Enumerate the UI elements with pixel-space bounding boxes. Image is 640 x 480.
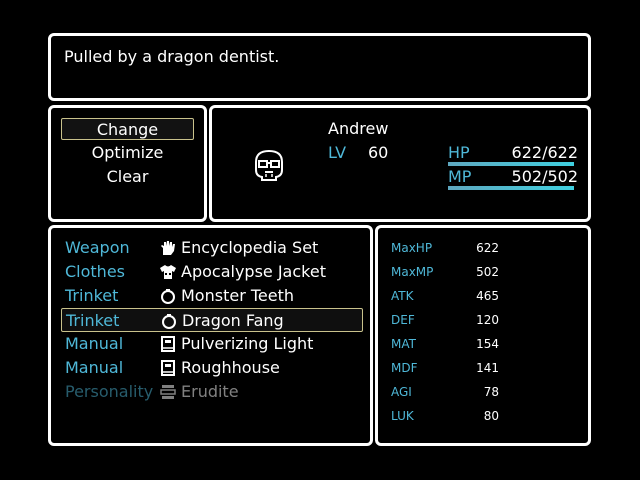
stat-label: MDF (391, 361, 418, 375)
stat-value: 502 (476, 265, 499, 279)
stat-label: MaxMP (391, 265, 434, 279)
book-icon (161, 336, 175, 352)
slot-label: Trinket (66, 311, 120, 330)
mask-icon (160, 385, 176, 399)
stat-label: DEF (391, 313, 415, 327)
mp-value: 502/502 (511, 167, 578, 186)
item-name: Monster Teeth (181, 286, 295, 305)
stat-label: MaxHP (391, 241, 433, 255)
stat-label: AGI (391, 385, 412, 399)
slot-label: Manual (65, 358, 124, 377)
help-window: Pulled by a dragon dentist. (48, 33, 591, 101)
skull-with-glasses-icon (255, 149, 283, 181)
stat-value: 80 (483, 409, 499, 423)
stat-row-maxmp: MaxMP 502 (391, 260, 581, 284)
slot-label: Weapon (65, 238, 130, 257)
command-clear[interactable]: Clear (61, 166, 194, 188)
item-name: Dragon Fang (182, 311, 284, 330)
stat-row-agi: AGI 78 (391, 380, 581, 404)
item-name: Roughhouse (181, 358, 280, 377)
item-name: Encyclopedia Set (181, 238, 319, 257)
shirt-icon (160, 265, 176, 279)
stat-row-luk: LUK 80 (391, 404, 581, 428)
slot-label: Clothes (65, 262, 125, 281)
actor-name: Andrew (328, 119, 389, 138)
stat-label: MAT (391, 337, 416, 351)
stat-value: 120 (476, 313, 499, 327)
mp-label: MP (448, 167, 472, 186)
stat-value: 78 (483, 385, 499, 399)
item-name: Erudite (181, 382, 239, 401)
stat-row-def: DEF 120 (391, 308, 581, 332)
stat-value: 465 (476, 289, 499, 303)
necklace-icon (162, 314, 176, 329)
item-name: Pulverizing Light (181, 334, 314, 353)
command-window: Change Optimize Clear (48, 105, 207, 222)
slot-row-trinket-2[interactable]: Trinket Dragon Fang (61, 308, 363, 332)
slot-row-trinket-1[interactable]: Trinket Monster Teeth (61, 284, 363, 308)
equipment-slot-window: Weapon Encyclopedia Set Clothes Apocalyp… (48, 225, 373, 446)
hp-value: 622/622 (511, 143, 578, 162)
book-icon (161, 360, 175, 376)
stat-row-atk: ATK 465 (391, 284, 581, 308)
hp-gauge: HP 622/622 (448, 143, 578, 167)
stat-value: 154 (476, 337, 499, 351)
slot-label: Trinket (65, 286, 119, 305)
hand-icon (161, 241, 175, 255)
mp-gauge: MP 502/502 (448, 167, 578, 191)
actor-status-window: Andrew LV 60 HP 622/622 MP 502/502 (209, 105, 591, 222)
stat-label: ATK (391, 289, 414, 303)
level-label: LV (328, 143, 347, 162)
hp-gauge-fill (448, 162, 574, 166)
slot-row-clothes[interactable]: Clothes Apocalypse Jacket (61, 260, 363, 284)
hp-label: HP (448, 143, 470, 162)
help-text: Pulled by a dragon dentist. (64, 47, 280, 66)
slot-label: Manual (65, 334, 124, 353)
command-change[interactable]: Change (61, 118, 194, 140)
slot-row-manual-2[interactable]: Manual Roughhouse (61, 356, 363, 380)
slot-label: Personality (65, 382, 154, 401)
stat-label: LUK (391, 409, 414, 423)
slot-row-personality[interactable]: Personality Erudite (61, 380, 363, 404)
stat-row-maxhp: MaxHP 622 (391, 236, 581, 260)
stat-row-mdf: MDF 141 (391, 356, 581, 380)
command-optimize[interactable]: Optimize (61, 142, 194, 164)
stat-row-mat: MAT 154 (391, 332, 581, 356)
mp-gauge-fill (448, 186, 574, 190)
parameter-window: MaxHP 622 MaxMP 502 ATK 465 DEF 120 MAT … (375, 225, 591, 446)
item-name: Apocalypse Jacket (181, 262, 326, 281)
slot-row-manual-1[interactable]: Manual Pulverizing Light (61, 332, 363, 356)
slot-row-weapon[interactable]: Weapon Encyclopedia Set (61, 236, 363, 260)
stat-value: 141 (476, 361, 499, 375)
necklace-icon (161, 289, 175, 304)
stat-value: 622 (476, 241, 499, 255)
level-value: 60 (368, 143, 389, 162)
